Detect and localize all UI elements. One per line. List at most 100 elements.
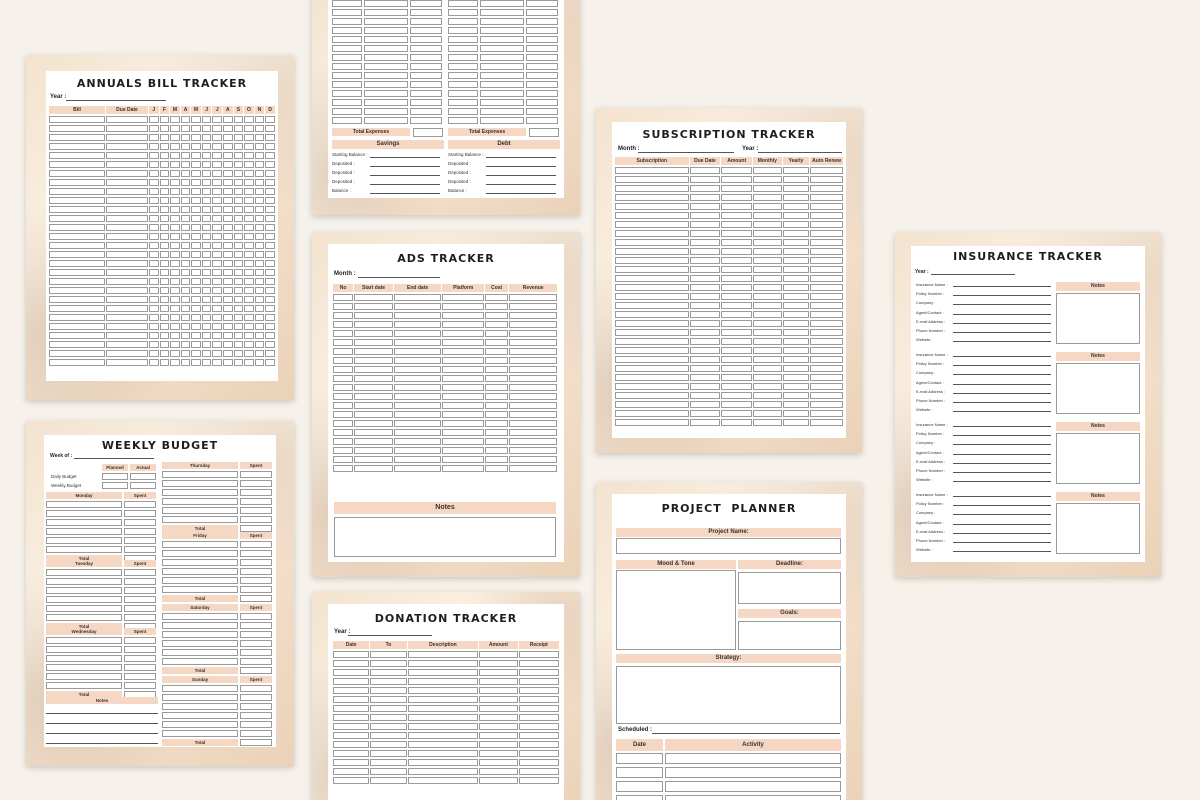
table-cell[interactable]	[484, 411, 509, 418]
table-cell[interactable]	[254, 152, 265, 159]
table-cell[interactable]	[407, 759, 479, 766]
table-cell[interactable]	[106, 197, 148, 204]
insurance-field-line[interactable]	[953, 322, 1051, 324]
table-cell[interactable]	[442, 357, 484, 364]
table-cell[interactable]	[201, 143, 212, 150]
budget-cell[interactable]	[332, 27, 362, 34]
table-cell[interactable]	[689, 257, 721, 264]
table-cell[interactable]	[244, 251, 254, 258]
table-cell[interactable]	[265, 215, 275, 222]
table-cell[interactable]	[810, 239, 843, 246]
table-cell[interactable]	[333, 447, 354, 454]
table-cell[interactable]	[49, 341, 105, 348]
table-cell[interactable]	[159, 305, 170, 312]
table-cell[interactable]	[615, 356, 689, 363]
table-cell[interactable]	[170, 170, 180, 177]
table-cell[interactable]	[484, 402, 509, 409]
table-cell[interactable]	[615, 302, 689, 309]
table-cell[interactable]	[810, 365, 843, 372]
table-cell[interactable]	[689, 338, 721, 345]
table-cell[interactable]	[180, 233, 191, 240]
table-cell[interactable]	[721, 212, 753, 219]
table-cell[interactable]	[159, 206, 170, 213]
table-cell[interactable]	[254, 323, 265, 330]
table-cell[interactable]	[212, 269, 223, 276]
budget-cell[interactable]	[448, 81, 478, 88]
table-cell[interactable]	[782, 365, 810, 372]
table-cell[interactable]	[393, 375, 442, 382]
table-cell[interactable]	[254, 215, 265, 222]
table-cell[interactable]	[201, 161, 212, 168]
table-cell[interactable]	[223, 296, 233, 303]
table-cell[interactable]	[159, 143, 170, 150]
table-cell[interactable]	[265, 224, 275, 231]
table-cell[interactable]	[333, 348, 354, 355]
budget-cell[interactable]	[410, 0, 442, 7]
table-cell[interactable]	[721, 320, 753, 327]
expense-cell[interactable]	[46, 546, 122, 553]
table-cell[interactable]	[615, 419, 689, 426]
table-cell[interactable]	[370, 687, 407, 694]
table-cell[interactable]	[615, 392, 689, 399]
table-cell[interactable]	[49, 179, 105, 186]
expense-cell[interactable]	[162, 712, 238, 719]
table-cell[interactable]	[244, 305, 254, 312]
table-cell[interactable]	[254, 251, 265, 258]
table-cell[interactable]	[233, 215, 244, 222]
project-name-field[interactable]	[616, 538, 841, 554]
table-cell[interactable]	[159, 242, 170, 249]
budget-cell[interactable]	[480, 36, 524, 43]
table-cell[interactable]	[479, 723, 518, 730]
table-cell[interactable]	[615, 212, 689, 219]
table-cell[interactable]	[810, 293, 843, 300]
budget-cell[interactable]	[364, 108, 408, 115]
table-cell[interactable]	[233, 224, 244, 231]
table-cell[interactable]	[354, 366, 393, 373]
table-cell[interactable]	[509, 294, 557, 301]
table-cell[interactable]	[106, 188, 148, 195]
table-cell[interactable]	[159, 269, 170, 276]
table-cell[interactable]	[106, 152, 148, 159]
expense-cell[interactable]	[162, 658, 238, 665]
table-cell[interactable]	[442, 429, 484, 436]
table-cell[interactable]	[810, 329, 843, 336]
expense-cell[interactable]	[162, 730, 238, 737]
table-cell[interactable]	[159, 314, 170, 321]
table-cell[interactable]	[484, 393, 509, 400]
table-cell[interactable]	[753, 284, 782, 291]
expense-cell[interactable]	[46, 519, 122, 526]
table-cell[interactable]	[212, 206, 223, 213]
table-cell[interactable]	[407, 696, 479, 703]
table-cell[interactable]	[393, 456, 442, 463]
table-cell[interactable]	[782, 185, 810, 192]
table-cell[interactable]	[223, 251, 233, 258]
table-cell[interactable]	[509, 402, 557, 409]
budget-cell[interactable]	[332, 63, 362, 70]
table-cell[interactable]	[484, 321, 509, 328]
table-cell[interactable]	[106, 287, 148, 294]
budget-cell[interactable]	[364, 54, 408, 61]
table-cell[interactable]	[407, 660, 479, 667]
table-cell[interactable]	[518, 687, 559, 694]
table-cell[interactable]	[721, 284, 753, 291]
spent-cell[interactable]	[240, 559, 272, 566]
table-cell[interactable]	[106, 359, 148, 366]
table-cell[interactable]	[254, 359, 265, 366]
spent-cell[interactable]	[240, 541, 272, 548]
table-cell[interactable]	[615, 176, 689, 183]
table-cell[interactable]	[180, 179, 191, 186]
table-cell[interactable]	[354, 321, 393, 328]
table-cell[interactable]	[721, 275, 753, 282]
table-cell[interactable]	[721, 356, 753, 363]
balance-line[interactable]	[370, 175, 440, 176]
table-cell[interactable]	[254, 125, 265, 132]
table-cell[interactable]	[233, 143, 244, 150]
table-cell[interactable]	[615, 284, 689, 291]
table-cell[interactable]	[106, 206, 148, 213]
table-cell[interactable]	[212, 242, 223, 249]
total-cell[interactable]	[240, 739, 272, 746]
table-cell[interactable]	[479, 660, 518, 667]
table-cell[interactable]	[810, 347, 843, 354]
table-cell[interactable]	[106, 332, 148, 339]
table-cell[interactable]	[233, 197, 244, 204]
